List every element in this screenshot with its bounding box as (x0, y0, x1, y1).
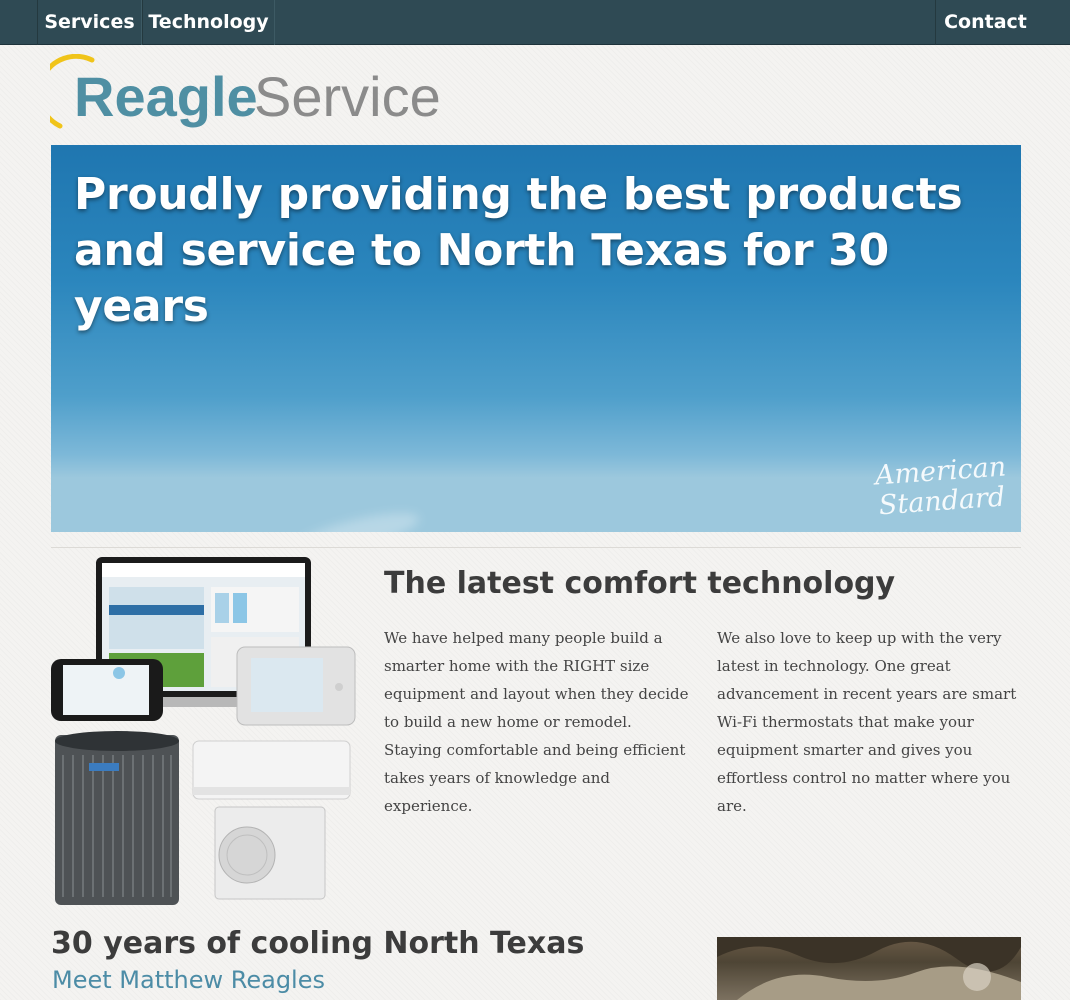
site-logo[interactable]: Reagle Service (50, 54, 450, 134)
phone-icon (51, 659, 163, 721)
logo-wordmark: Reagle Service (74, 65, 441, 128)
mini-split-outdoor-icon (214, 806, 326, 900)
tech-paragraph-2: We also love to keep up with the very la… (717, 629, 1017, 815)
meet-matthew-link[interactable]: Meet Matthew Reagles (52, 966, 452, 994)
hero-banner: Proudly providing the best products and … (51, 145, 1021, 532)
brand-line2: Standard (877, 481, 1007, 522)
tech-section-title: The latest comfort technology (384, 566, 896, 601)
section-divider (51, 547, 1021, 548)
hero-cloud (289, 504, 423, 532)
nav-services-link[interactable]: Services (37, 0, 142, 45)
logo-word-reagle: Reagle (74, 65, 258, 128)
nav-technology-link[interactable]: Technology (142, 0, 275, 45)
hero-headline-line1: Proudly providing the best products (74, 169, 963, 220)
about-photo (717, 937, 1021, 1000)
nav-contact-link[interactable]: Contact (935, 0, 1035, 45)
american-standard-logo: American Standard (874, 451, 1008, 522)
tech-paragraph-1: We have helped many people build a smart… (384, 629, 689, 815)
products-illustration (51, 555, 356, 910)
ac-condenser-icon (55, 731, 179, 905)
thermostat-icon (236, 646, 356, 726)
top-navbar: Services Technology Contact (0, 0, 1070, 45)
mini-split-indoor-icon (192, 740, 351, 800)
hero-headline-line2: and service to North Texas for 30 years (74, 225, 889, 332)
logo-word-service: Service (254, 65, 441, 128)
about-section-title: 30 years of cooling North Texas (51, 926, 585, 961)
hero-headline: Proudly providing the best products and … (74, 167, 1014, 335)
